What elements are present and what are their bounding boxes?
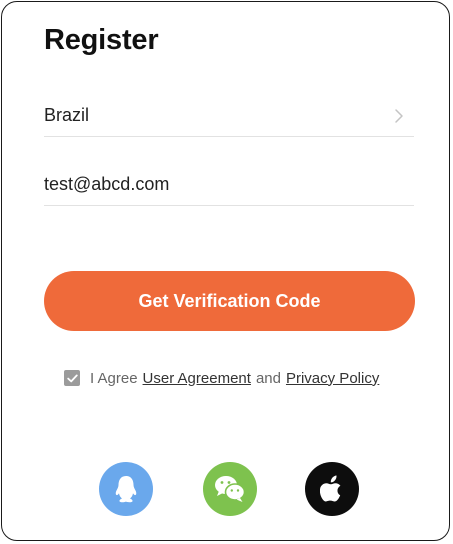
email-field[interactable]: [44, 171, 404, 197]
agree-prefix: I Agree: [90, 369, 138, 387]
user-agreement-link[interactable]: User Agreement: [143, 370, 251, 387]
agree-checkbox[interactable]: [64, 370, 80, 386]
page-title: Register: [44, 24, 159, 56]
email-field-container: [44, 166, 414, 206]
privacy-policy-link[interactable]: Privacy Policy: [286, 370, 379, 387]
wechat-icon: [215, 476, 246, 502]
register-screen: Register Brazil Get Verification Code I …: [1, 1, 450, 541]
checkmark-icon: [66, 373, 78, 382]
apple-icon: [320, 475, 341, 502]
country-selector[interactable]: Brazil: [44, 97, 414, 137]
wechat-login-button[interactable]: [203, 462, 257, 516]
chevron-right-icon: [395, 109, 403, 123]
qq-icon: [115, 476, 137, 503]
agreement-row: I Agree User Agreement and Privacy Polic…: [64, 368, 379, 388]
country-value: Brazil: [44, 105, 90, 125]
agree-conjunction: and: [255, 369, 281, 387]
get-verification-code-button[interactable]: Get Verification Code: [44, 271, 415, 331]
apple-login-button[interactable]: [305, 462, 359, 516]
qq-login-button[interactable]: [99, 462, 153, 516]
